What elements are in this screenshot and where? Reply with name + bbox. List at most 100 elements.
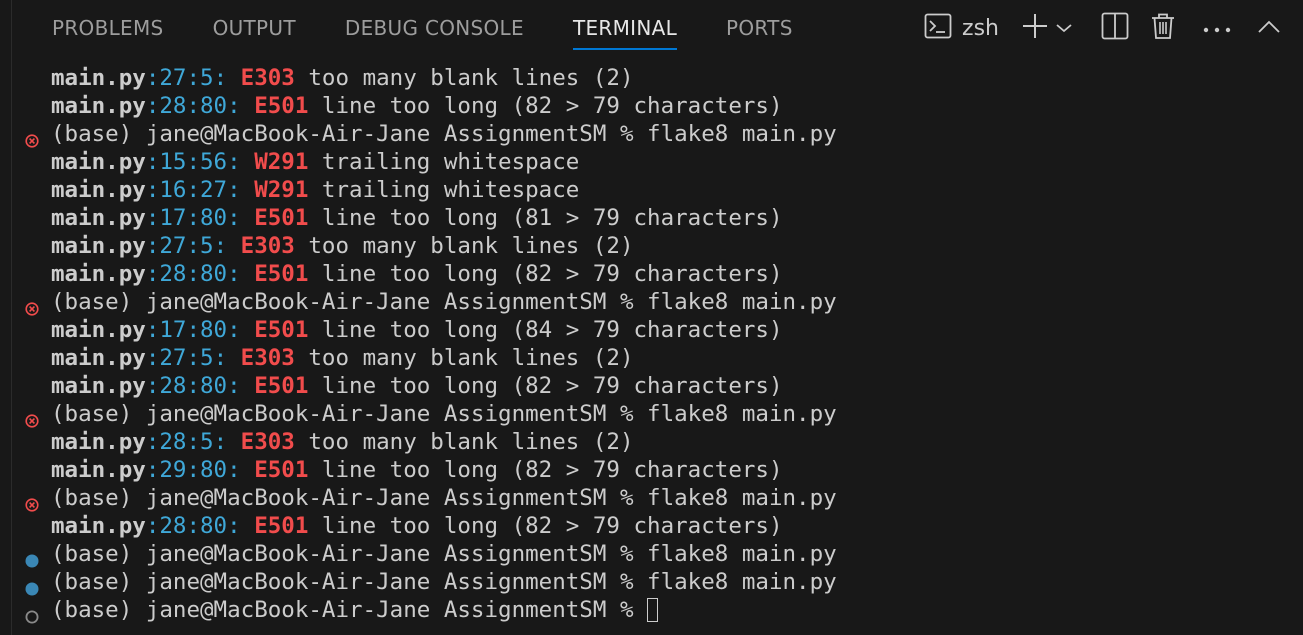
lint-separator: : <box>145 233 160 259</box>
panel-tabs: PROBLEMS OUTPUT DEBUG CONSOLE TERMINAL P… <box>52 0 842 60</box>
terminal-prompt-line: (base) jane@MacBook-Air-Jane AssignmentS… <box>12 484 1303 512</box>
lint-file: main.py <box>51 373 146 399</box>
shell-name: zsh <box>962 15 999 41</box>
prompt-text: (base) jane@MacBook-Air-Jane AssignmentS… <box>51 541 837 567</box>
lint-code: E303 <box>240 345 295 371</box>
lint-file: main.py <box>51 345 146 371</box>
command-success-icon[interactable] <box>25 547 39 568</box>
prompt-text: (base) jane@MacBook-Air-Jane AssignmentS… <box>51 121 837 147</box>
terminal-prompt-line: (base) jane@MacBook-Air-Jane AssignmentS… <box>12 400 1303 428</box>
terminal-lint-line: main.py:28:80: E501 line too long (82 > … <box>12 260 1303 288</box>
command-error-icon[interactable] <box>25 491 39 512</box>
prompt-text: (base) jane@MacBook-Air-Jane AssignmentS… <box>51 597 648 623</box>
terminal-lint-line: main.py:29:80: E501 line too long (82 > … <box>12 456 1303 484</box>
tab-problems[interactable]: PROBLEMS <box>52 0 164 56</box>
lint-message: trailing whitespace <box>308 177 580 203</box>
launch-profile-button[interactable] <box>1055 19 1073 38</box>
chevron-up-icon <box>1257 19 1281 38</box>
lint-location: 28:80 <box>159 513 228 539</box>
chevron-down-icon <box>1055 19 1073 38</box>
lint-message: line too long (82 > 79 characters) <box>308 373 783 399</box>
terminal-lint-line: main.py:27:5: E303 too many blank lines … <box>12 64 1303 92</box>
lint-separator: : <box>145 205 160 231</box>
command-pending-icon[interactable] <box>25 603 39 624</box>
lint-file: main.py <box>51 429 146 455</box>
tab-debug-console[interactable]: DEBUG CONSOLE <box>345 0 524 56</box>
lint-separator: : <box>145 65 160 91</box>
lint-separator: : <box>213 345 241 371</box>
command-error-icon[interactable] <box>25 295 39 316</box>
lint-code: E501 <box>254 261 309 287</box>
lint-code: E303 <box>240 429 295 455</box>
lint-message: line too long (81 > 79 characters) <box>308 205 783 231</box>
lint-code: E501 <box>254 317 309 343</box>
command-error-icon[interactable] <box>25 127 39 148</box>
kill-terminal-button[interactable] <box>1151 12 1175 44</box>
terminal-prompt-line: (base) jane@MacBook-Air-Jane AssignmentS… <box>12 288 1303 316</box>
lint-location: 28:80 <box>159 261 228 287</box>
lint-message: line too long (82 > 79 characters) <box>308 93 783 119</box>
command-error-icon[interactable] <box>25 407 39 428</box>
lint-location: 17:80 <box>159 205 228 231</box>
lint-message: too many blank lines (2) <box>294 345 634 371</box>
lint-code: E501 <box>254 93 309 119</box>
lint-file: main.py <box>51 513 146 539</box>
trash-icon <box>1151 12 1175 44</box>
lint-code: E501 <box>254 205 309 231</box>
lint-code: E303 <box>240 233 295 259</box>
terminal-lint-line: main.py:28:80: E501 line too long (82 > … <box>12 512 1303 540</box>
tab-terminal[interactable]: TERMINAL <box>572 0 678 56</box>
lint-code: W291 <box>254 149 309 175</box>
lint-separator: : <box>227 205 255 231</box>
lint-code: E501 <box>254 373 309 399</box>
lint-separator: : <box>227 317 255 343</box>
lint-separator: : <box>227 93 255 119</box>
terminal-lint-line: main.py:27:5: E303 too many blank lines … <box>12 344 1303 372</box>
more-actions-button[interactable] <box>1203 19 1231 38</box>
lint-separator: : <box>145 93 160 119</box>
command-success-icon[interactable] <box>25 575 39 596</box>
panel-actions: zsh <box>924 0 1281 56</box>
lint-separator: : <box>145 345 160 371</box>
lint-file: main.py <box>51 205 146 231</box>
lint-location: 28:80 <box>159 373 228 399</box>
lint-separator: : <box>145 373 160 399</box>
lint-separator: : <box>145 429 160 455</box>
terminal-lint-line: main.py:28:80: E501 line too long (82 > … <box>12 372 1303 400</box>
split-terminal-button[interactable] <box>1101 12 1129 44</box>
lint-separator: : <box>213 65 241 91</box>
lint-separator: : <box>227 177 255 203</box>
terminal-prompt-line: (base) jane@MacBook-Air-Jane AssignmentS… <box>12 568 1303 596</box>
lint-code: E303 <box>240 65 295 91</box>
lint-file: main.py <box>51 149 146 175</box>
lint-location: 27:5 <box>159 65 214 91</box>
tab-output[interactable]: OUTPUT <box>213 0 296 56</box>
terminal-lint-line: main.py:28:5: E303 too many blank lines … <box>12 428 1303 456</box>
lint-message: line too long (82 > 79 characters) <box>308 457 783 483</box>
new-terminal-button[interactable] <box>1021 12 1049 44</box>
lint-separator: : <box>227 373 255 399</box>
prompt-text: (base) jane@MacBook-Air-Jane AssignmentS… <box>51 569 837 595</box>
lint-location: 28:80 <box>159 93 228 119</box>
terminal-lint-line: main.py:17:80: E501 line too long (81 > … <box>12 204 1303 232</box>
lint-message: too many blank lines (2) <box>294 429 634 455</box>
lint-location: 27:5 <box>159 345 214 371</box>
terminal-shell-selector[interactable]: zsh <box>924 13 1021 43</box>
terminal-output[interactable]: main.py:27:5: E303 too many blank lines … <box>12 64 1303 635</box>
lint-separator: : <box>227 261 255 287</box>
lint-file: main.py <box>51 317 146 343</box>
lint-file: main.py <box>51 233 146 259</box>
maximize-panel-button[interactable] <box>1257 19 1281 38</box>
terminal-prompt-line: (base) jane@MacBook-Air-Jane AssignmentS… <box>12 596 1303 624</box>
lint-separator: : <box>227 457 255 483</box>
terminal-lint-line: main.py:15:56: W291 trailing whitespace <box>12 148 1303 176</box>
terminal-icon <box>924 13 952 43</box>
terminal-lint-line: main.py:16:27: W291 trailing whitespace <box>12 176 1303 204</box>
prompt-text: (base) jane@MacBook-Air-Jane AssignmentS… <box>51 401 837 427</box>
lint-message: too many blank lines (2) <box>294 233 634 259</box>
lint-file: main.py <box>51 177 146 203</box>
lint-separator: : <box>213 429 241 455</box>
lint-file: main.py <box>51 457 146 483</box>
terminal-cursor <box>647 598 659 622</box>
tab-ports[interactable]: PORTS <box>726 0 793 56</box>
